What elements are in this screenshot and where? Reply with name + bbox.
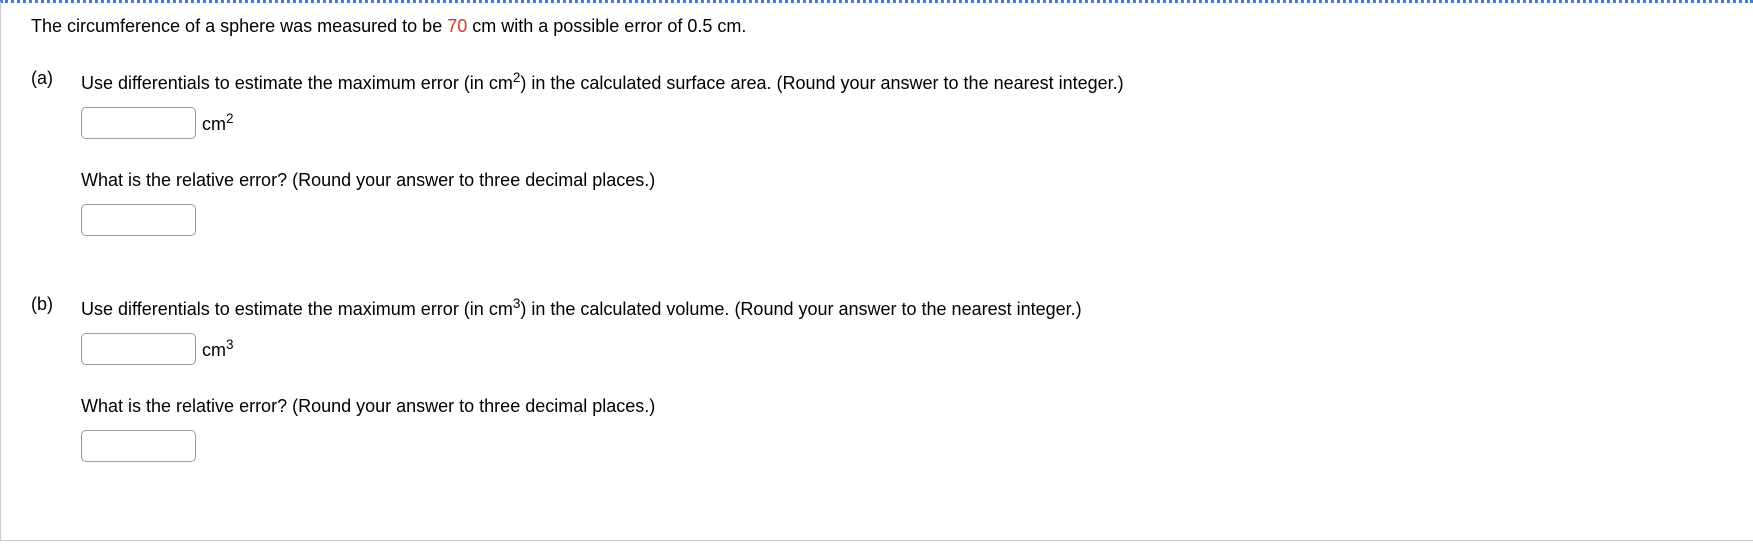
part-b-q1-pre: Use differentials to estimate the maximu… xyxy=(81,299,513,319)
part-b-unit1-base: cm xyxy=(202,340,226,360)
part-b-label: (b) xyxy=(31,294,81,490)
part-a-question1: Use differentials to estimate the maximu… xyxy=(81,68,1723,97)
part-b: (b) Use differentials to estimate the ma… xyxy=(31,294,1723,490)
part-b-question1: Use differentials to estimate the maximu… xyxy=(81,294,1723,323)
part-b-content: Use differentials to estimate the maximu… xyxy=(81,294,1723,490)
part-a-input2[interactable] xyxy=(81,204,196,236)
part-a-question2: What is the relative error? (Round your … xyxy=(81,167,1723,194)
part-b-unit1: cm3 xyxy=(202,337,234,361)
part-b-input2[interactable] xyxy=(81,430,196,462)
part-b-q1-post: ) in the calculated volume. (Round your … xyxy=(520,299,1081,319)
part-a-input1[interactable] xyxy=(81,107,196,139)
part-b-answer1-row: cm3 xyxy=(81,333,1723,365)
part-a-answer1-row: cm2 xyxy=(81,107,1723,139)
part-a-unit1: cm2 xyxy=(202,111,234,135)
part-a: (a) Use differentials to estimate the ma… xyxy=(31,68,1723,264)
part-b-input1[interactable] xyxy=(81,333,196,365)
part-b-question2: What is the relative error? (Round your … xyxy=(81,393,1723,420)
intro-pre: The circumference of a sphere was measur… xyxy=(31,16,447,36)
intro-post: cm with a possible error of 0.5 cm. xyxy=(467,16,746,36)
intro-value: 70 xyxy=(447,16,467,36)
part-a-q1-post: ) in the calculated surface area. (Round… xyxy=(520,73,1123,93)
part-a-content: Use differentials to estimate the maximu… xyxy=(81,68,1723,264)
part-a-label: (a) xyxy=(31,68,81,264)
part-a-unit1-base: cm xyxy=(202,114,226,134)
part-a-q1-pre: Use differentials to estimate the maximu… xyxy=(81,73,513,93)
part-a-unit1-sup: 2 xyxy=(226,111,234,126)
intro-text: The circumference of a sphere was measur… xyxy=(31,13,1723,40)
question-container: The circumference of a sphere was measur… xyxy=(0,0,1753,541)
part-b-unit1-sup: 3 xyxy=(226,337,234,352)
part-b-answer2-row xyxy=(81,430,1723,462)
part-a-answer2-row xyxy=(81,204,1723,236)
